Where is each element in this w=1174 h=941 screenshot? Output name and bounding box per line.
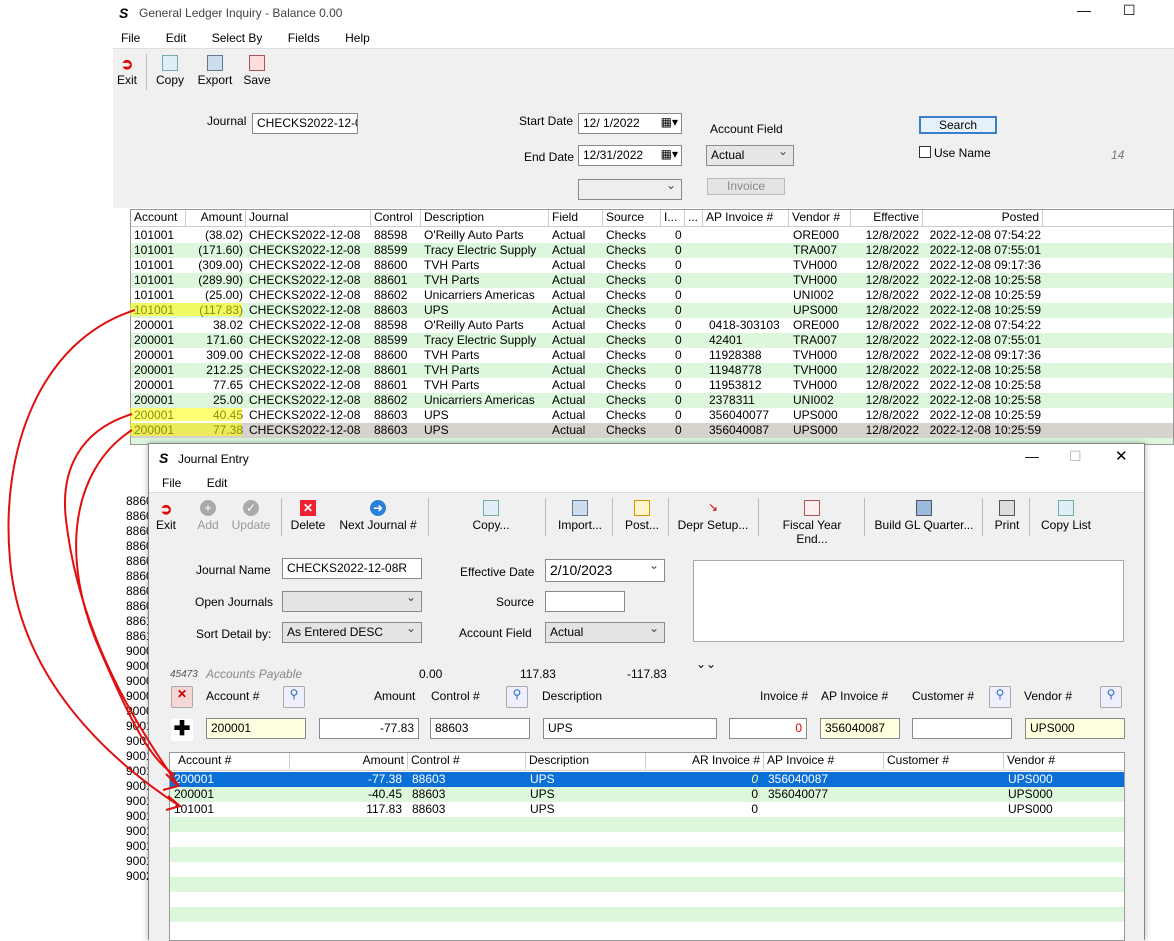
highlight-200001-77 <box>130 423 242 436</box>
highlight-101001-117 <box>130 303 242 316</box>
red-arrow-3 <box>75 429 176 776</box>
highlight-200001-40 <box>130 408 242 421</box>
red-arrow-1 <box>7 309 179 806</box>
annotation-overlay <box>7 303 242 811</box>
